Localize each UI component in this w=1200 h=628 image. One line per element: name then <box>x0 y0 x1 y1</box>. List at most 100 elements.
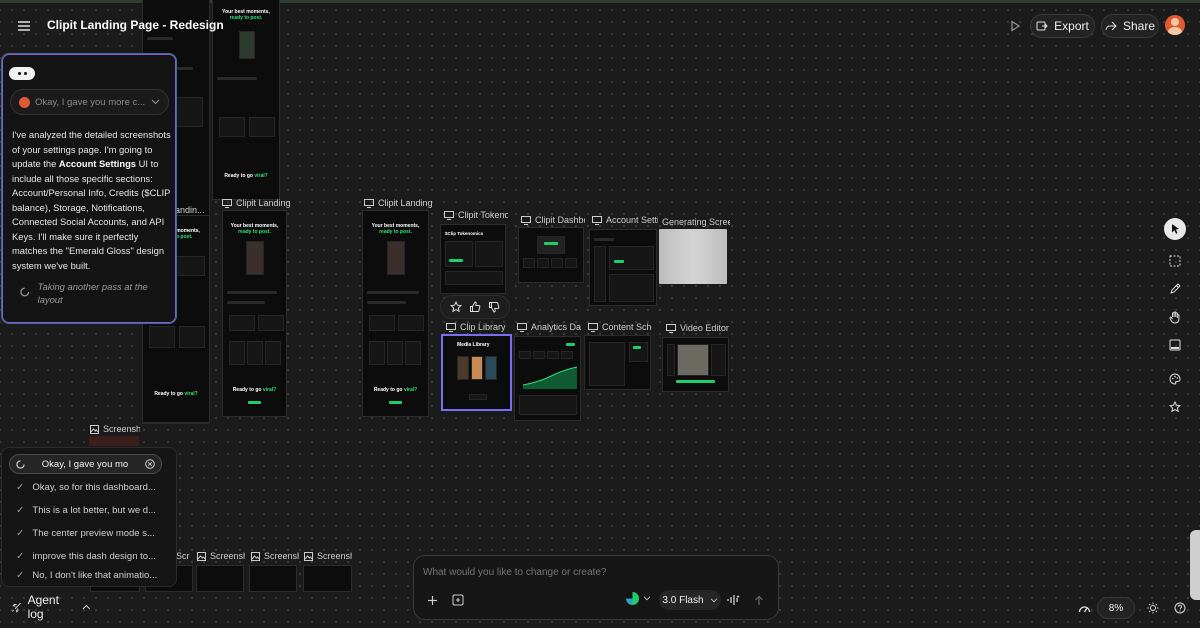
preview-play-button[interactable] <box>1001 12 1029 40</box>
frame-video-editor-thumb[interactable] <box>662 337 729 392</box>
frame-dashboard-label[interactable]: Clipit Dashbo... <box>521 215 585 225</box>
chevron-down-icon <box>710 598 717 602</box>
frame-analytics-label[interactable]: Analytics Das... <box>517 322 581 332</box>
thumb-tokenomics-title: $Clip Tokenomics <box>445 231 484 236</box>
thumb-cta-text-1b: Ready to go viral? <box>154 391 198 397</box>
favorites-tool[interactable] <box>1164 396 1186 418</box>
check-icon: ✓ <box>16 482 25 493</box>
frame-landing-3-thumb[interactable]: Your best moments, ready to post. Ready t… <box>362 210 429 417</box>
frame-screenshot-5-label[interactable]: Screensh... <box>304 551 352 561</box>
chat-panel: Okay, I gave you more c... I've analyzed… <box>1 53 177 324</box>
frame-dashboard-thumb[interactable] <box>518 227 584 283</box>
attach-screen-button[interactable] <box>444 586 472 614</box>
monitor-icon <box>517 322 527 332</box>
model-selector[interactable]: 3.0 Flash <box>659 590 721 610</box>
theme-tool[interactable] <box>1164 368 1186 390</box>
monitor-icon <box>588 322 598 332</box>
frame-screenshot-4-label[interactable]: Screensh... <box>251 551 299 561</box>
hamburger-icon <box>18 21 30 31</box>
screen-add-icon <box>452 594 464 606</box>
frame-landing-3-label[interactable]: Clipit Landing ... <box>364 198 432 208</box>
prompt-input[interactable] <box>423 563 763 581</box>
frame-tokenomics-thumb[interactable]: $Clip Tokenomics <box>440 224 506 294</box>
image-icon <box>304 551 313 561</box>
plus-icon <box>427 595 437 605</box>
cursor-icon <box>1171 224 1179 234</box>
image-icon <box>197 551 206 561</box>
thumbs-up-icon[interactable] <box>469 301 481 313</box>
zoom-level[interactable]: 8% <box>1097 597 1135 619</box>
chevron-down-icon <box>151 99 160 105</box>
send-button[interactable] <box>745 586 773 614</box>
agent-log-item[interactable]: ✓ The center preview mode s... <box>2 522 176 545</box>
rocket-icon <box>12 602 22 613</box>
frame-screenshot-1-label[interactable]: Screensh... <box>90 424 140 434</box>
canvas[interactable]: Ready to go viral? Your best moments,rea… <box>0 0 1200 628</box>
canvas-edge-element[interactable] <box>1190 530 1200 600</box>
image-tool[interactable] <box>1164 334 1186 356</box>
agent-log-item[interactable]: ✓ No, I don't like that animatio... <box>2 568 176 582</box>
chevron-up-icon <box>82 604 91 610</box>
check-icon: ✓ <box>16 569 25 581</box>
frame-video-editor-label[interactable]: Video Editor <box>666 323 730 333</box>
marquee-icon <box>1169 255 1181 267</box>
check-icon: ✓ <box>16 551 25 562</box>
thumb-cta-text-2: Ready to go viral? <box>232 387 277 393</box>
palette-icon <box>1169 373 1181 385</box>
agent-log-active-item[interactable]: Okay, I gave you mo <box>9 454 162 474</box>
theme-toggle-button[interactable] <box>1139 594 1167 622</box>
agent-log-toggle[interactable]: Agent log <box>3 593 91 621</box>
menu-button[interactable] <box>10 12 38 40</box>
fit-view-button[interactable] <box>1070 594 1098 622</box>
close-circle-icon[interactable] <box>145 459 155 469</box>
thumbs-down-icon[interactable] <box>488 301 500 313</box>
help-icon <box>1174 602 1186 614</box>
frame-content-schedule-thumb[interactable] <box>584 335 651 390</box>
hand-icon <box>1169 310 1180 324</box>
page-title: Clipit Landing Page - Redesign <box>47 18 224 32</box>
thumb-hero-text: Your best moments, ready to post. <box>230 223 279 235</box>
more-options-button[interactable] <box>9 67 35 80</box>
frame-generating-placeholder[interactable] <box>659 229 727 284</box>
frame-landing-2-thumb[interactable]: Your best moments, ready to post. Ready t… <box>222 210 287 417</box>
user-avatar[interactable] <box>1165 15 1185 35</box>
frame-account-settings-label[interactable]: Account Settin... <box>592 215 658 225</box>
pan-tool[interactable] <box>1164 306 1186 328</box>
frame-content-schedule-label[interactable]: Content Sche... <box>588 322 652 332</box>
voice-waveform-icon <box>727 595 740 605</box>
prompt-history-dropdown[interactable]: Okay, I gave you more c... <box>10 89 169 115</box>
export-button[interactable]: Export <box>1030 14 1095 38</box>
theme-selector[interactable] <box>626 592 651 605</box>
frame-screenshot-1-thumb[interactable] <box>89 436 139 446</box>
frame-clip-library-thumb[interactable]: Media Library <box>441 334 512 411</box>
frame-tokenomics-label[interactable]: Clipit Tokeno... <box>444 210 508 220</box>
frame-analytics-thumb[interactable] <box>514 336 581 421</box>
frame-clip-library-label[interactable]: Clip Library <box>446 322 508 332</box>
frame-screenshot-2-label[interactable]: Screensh... <box>176 551 190 561</box>
thumb-library-title: Media Library <box>457 342 490 348</box>
agent-log-item[interactable]: ✓ This is a lot better, but we d... <box>2 499 176 522</box>
select-tool[interactable] <box>1164 218 1186 240</box>
pencil-icon <box>1170 283 1181 294</box>
user-avatar-small <box>19 96 30 108</box>
add-button[interactable] <box>418 586 446 614</box>
voice-input-button[interactable] <box>719 586 747 614</box>
agent-log-item[interactable]: ✓ improve this dash design to... <box>2 545 176 568</box>
frame-account-settings-thumb[interactable] <box>589 229 657 306</box>
star-icon[interactable] <box>450 301 463 313</box>
assistant-message: I've analyzed the detailed screenshots o… <box>12 129 171 271</box>
frame-landing-2-label[interactable]: Clipit Landing ... <box>222 198 290 208</box>
draw-tool[interactable] <box>1164 278 1186 300</box>
share-button[interactable]: Share <box>1101 14 1159 38</box>
frame-generating-label[interactable]: Generating Screen.. <box>662 217 730 227</box>
help-button[interactable] <box>1166 594 1194 622</box>
marquee-select-tool[interactable] <box>1164 250 1186 272</box>
monitor-icon <box>444 210 454 220</box>
thinking-status: Taking another pass at the layout <box>20 280 170 306</box>
monitor-icon <box>666 323 676 333</box>
image-icon <box>90 424 99 434</box>
spinner-icon <box>20 287 30 297</box>
agent-log-item[interactable]: ✓ Okay, so for this dashboard... <box>2 476 176 499</box>
share-icon <box>1105 21 1117 31</box>
frame-screenshot-3-label[interactable]: Screensh... <box>197 551 245 561</box>
